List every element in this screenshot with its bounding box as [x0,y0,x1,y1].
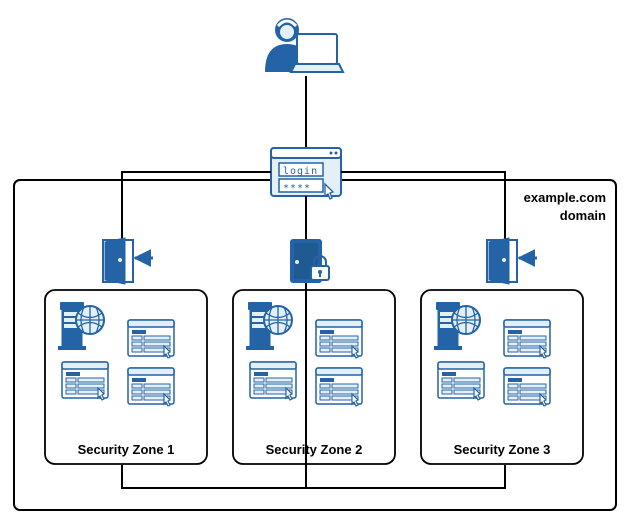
zone-2-label: Security Zone 2 [266,442,363,457]
door-open-icon [103,238,153,284]
login-field-mask: **** [283,183,311,194]
login-icon: login **** [271,148,341,199]
domain-label-1: example.com [524,190,606,205]
zone-3-label: Security Zone 3 [454,442,551,457]
zone-2: Security Zone 2 [233,240,395,464]
login-field-label: login [283,166,318,177]
zone-3: Security Zone 3 [421,238,583,464]
door-locked-icon [291,240,329,282]
domain-label-2: domain [560,208,606,223]
zone-1: Security Zone 1 [45,238,207,464]
user-icon [265,19,343,72]
sso-diagram: example.com domain login **** Security Z… [0,0,630,526]
door-open-icon [487,238,537,284]
zone-1-label: Security Zone 1 [78,442,175,457]
